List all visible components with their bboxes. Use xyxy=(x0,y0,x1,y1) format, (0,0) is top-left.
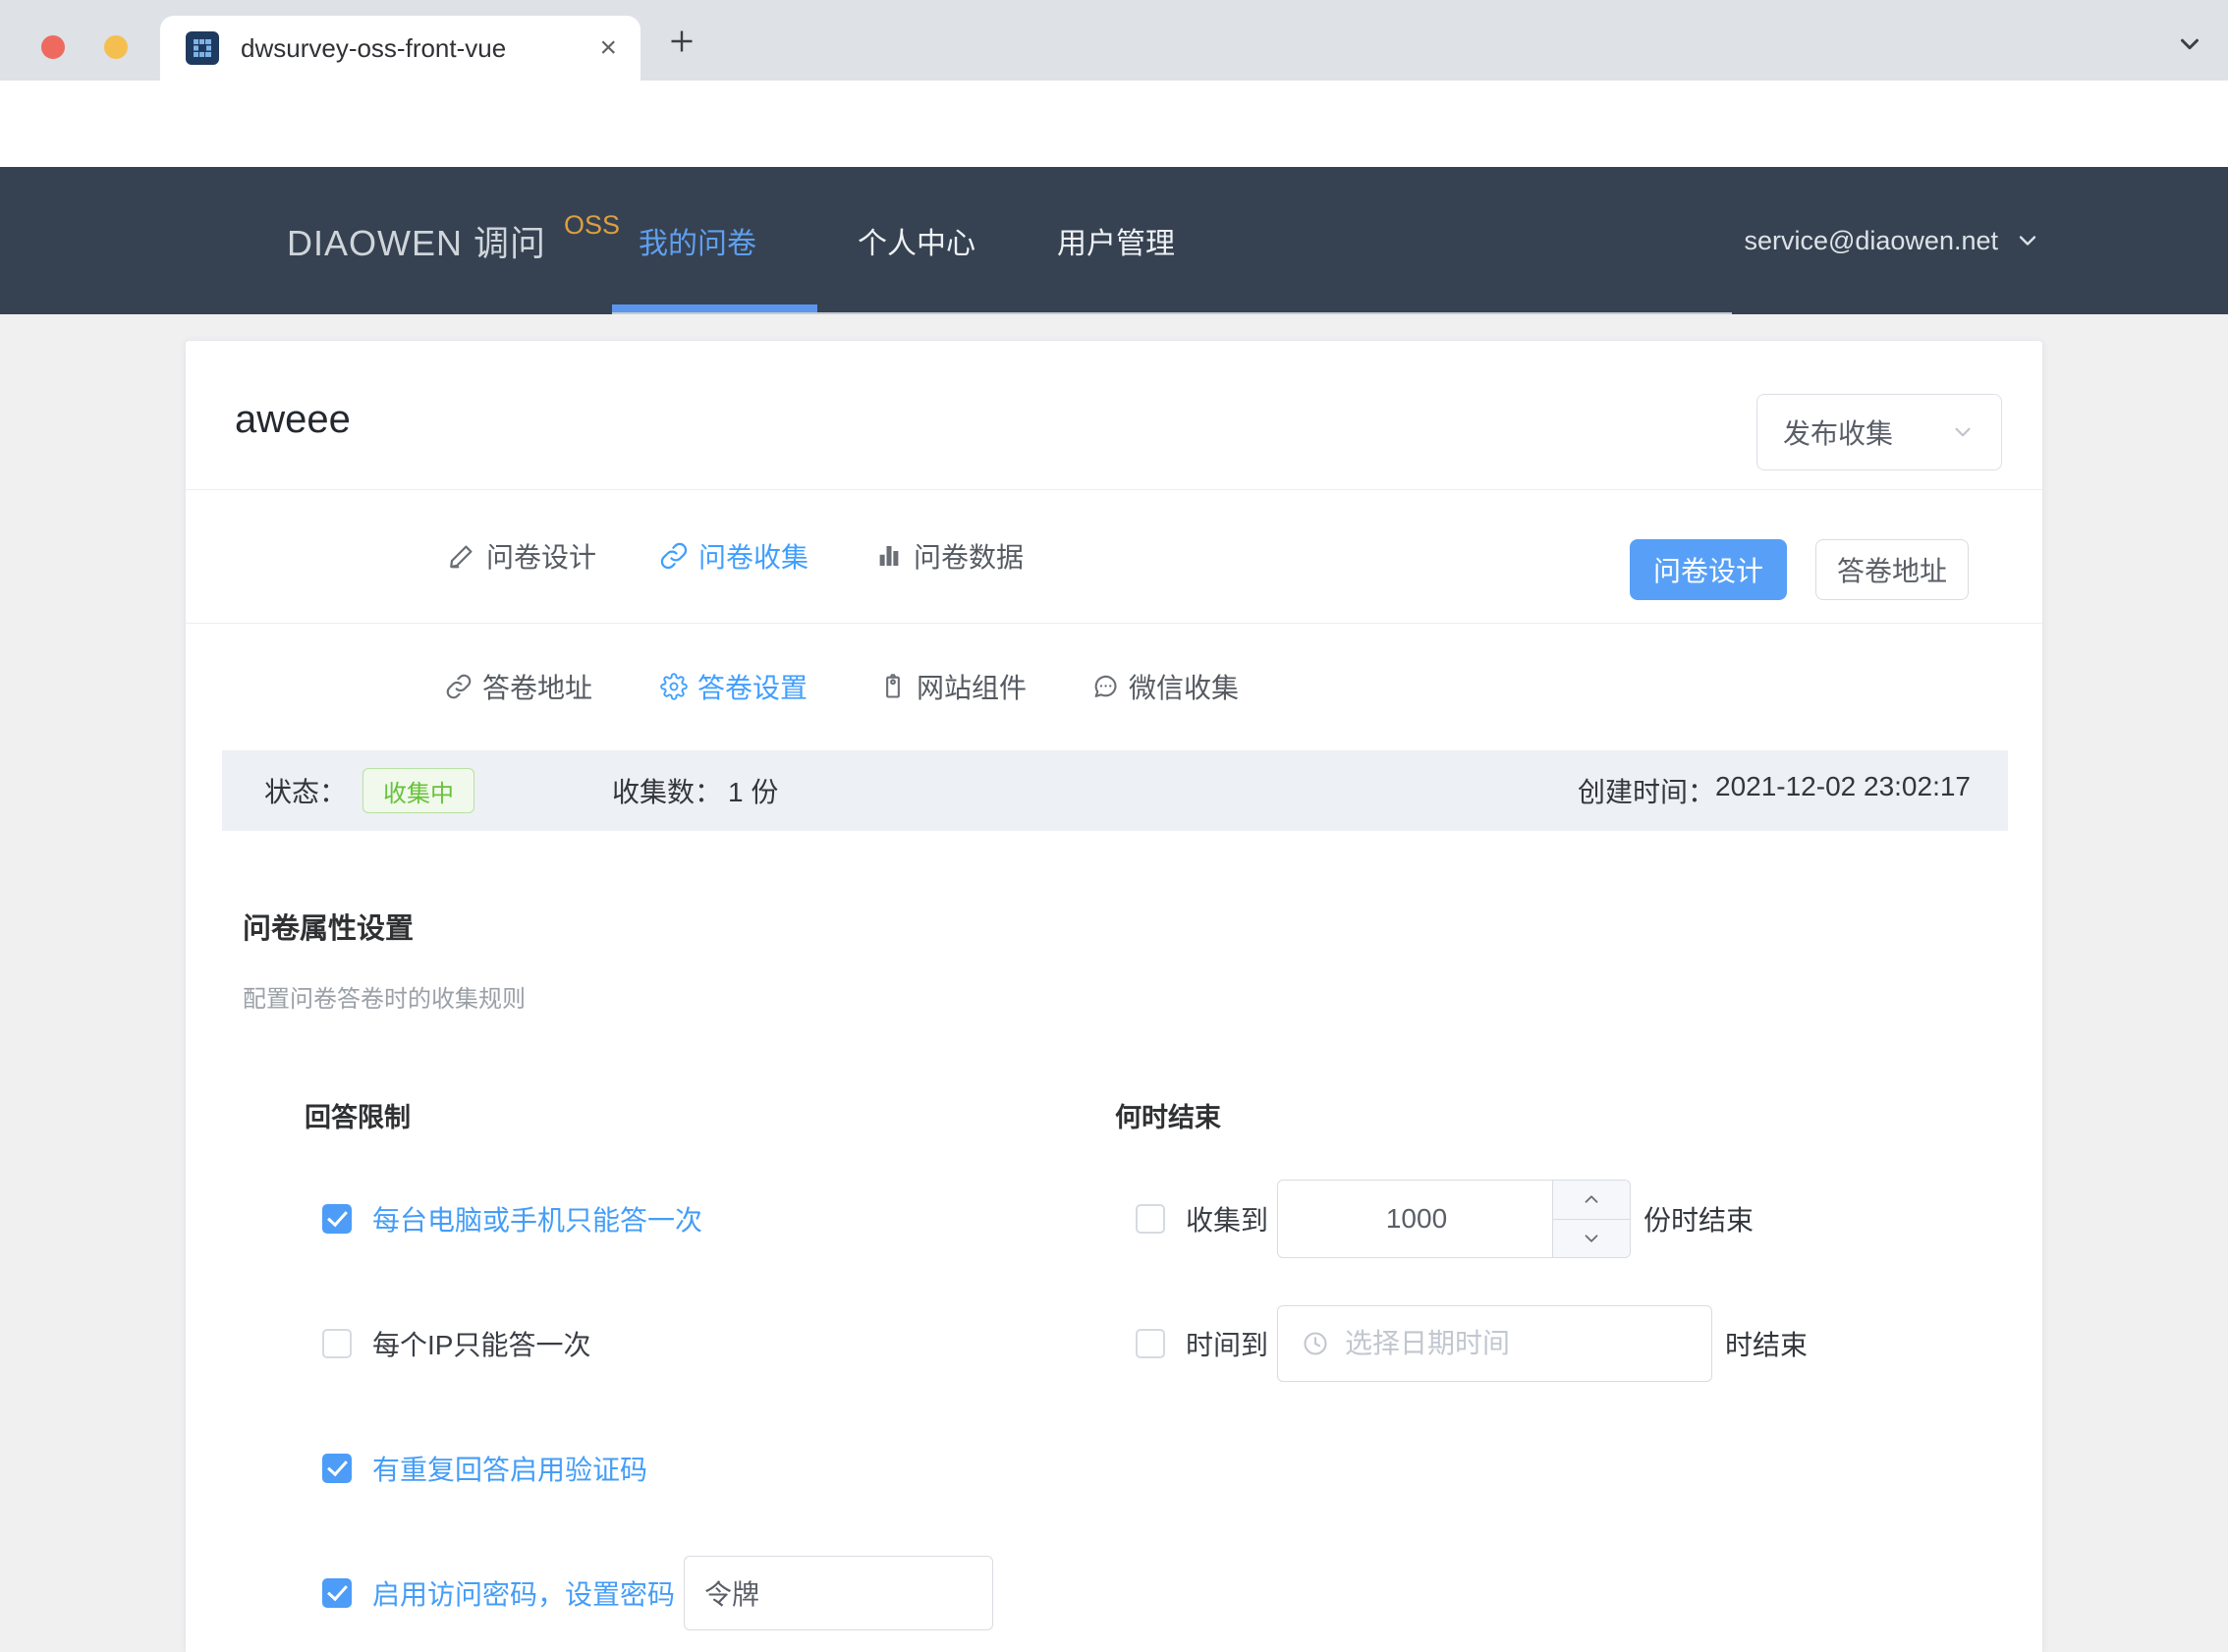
nav-item-user-management[interactable]: 用户管理 xyxy=(1057,167,1175,314)
publish-collect-label: 发布收集 xyxy=(1783,413,1893,452)
user-email: service@diaowen.net xyxy=(1744,226,1998,256)
answer-limit-heading: 回答限制 xyxy=(305,1096,411,1134)
end-rule-label[interactable]: 时间到 xyxy=(1186,1324,1268,1363)
section-subheading: 配置问卷答卷时的收集规则 xyxy=(243,979,526,1014)
tab-label: 问卷数据 xyxy=(914,536,1024,576)
datetime-picker[interactable] xyxy=(1277,1305,1712,1382)
brand-name: DIAOWEN 调问 xyxy=(287,215,546,266)
tab-answer-url[interactable]: 答卷地址 xyxy=(445,623,592,750)
tab-label: 网站组件 xyxy=(917,667,1027,706)
datetime-input[interactable] xyxy=(1343,1327,1711,1360)
traffic-light-minimize[interactable] xyxy=(104,35,128,59)
option-label[interactable]: 启用访问密码，设置密码 xyxy=(372,1573,675,1613)
option-row-captcha-on-repeat: 有重复回答启用验证码 xyxy=(322,1429,647,1508)
status-bar: 状态： 收集中 收集数： 1 份 创建时间： 2021-12-02 23:02:… xyxy=(222,750,2008,831)
publish-collect-dropdown[interactable]: 发布收集 xyxy=(1756,394,2002,470)
end-rule-label[interactable]: 收集到 xyxy=(1186,1199,1268,1239)
chat-bubble-icon xyxy=(1091,673,1119,700)
tag-icon xyxy=(879,673,907,700)
tab-survey-data[interactable]: 问卷数据 xyxy=(874,489,1024,623)
option-row-one-per-ip: 每个IP只能答一次 xyxy=(322,1304,590,1383)
created-time-value: 2021-12-02 23:02:17 xyxy=(1715,771,1971,810)
browser-tab-strip: dwsurvey-oss-front-vue × xyxy=(0,0,2228,81)
gear-icon xyxy=(660,673,688,700)
close-icon[interactable]: × xyxy=(599,33,617,63)
clock-icon xyxy=(1302,1330,1329,1357)
chevron-down-icon xyxy=(1581,1228,1602,1249)
chevron-down-icon xyxy=(1950,419,1976,445)
tab-site-widget[interactable]: 网站组件 xyxy=(879,623,1027,750)
status-badge: 收集中 xyxy=(362,768,474,813)
link-icon xyxy=(659,541,689,571)
tab-label: 问卷收集 xyxy=(698,536,808,576)
collect-count-input-wrap xyxy=(1277,1180,1631,1258)
browser-window: dwsurvey-oss-front-vue × localhost:8083/… xyxy=(0,0,2228,1652)
checkbox-captcha-on-repeat[interactable] xyxy=(322,1454,352,1483)
end-rule-suffix: 时结束 xyxy=(1725,1324,1808,1363)
spinner-down-button[interactable] xyxy=(1553,1220,1630,1258)
survey-title: aweee xyxy=(235,398,351,442)
checkbox-one-per-device[interactable] xyxy=(322,1204,352,1234)
bar-chart-icon xyxy=(874,541,904,571)
option-label[interactable]: 有重复回答启用验证码 xyxy=(372,1449,647,1488)
checkbox-end-by-count[interactable] xyxy=(1136,1204,1165,1234)
spinner-up-button[interactable] xyxy=(1553,1181,1630,1220)
tab-survey-collect[interactable]: 问卷收集 xyxy=(659,489,808,623)
tab-wechat-collect[interactable]: 微信收集 xyxy=(1091,623,1239,750)
chevron-down-icon[interactable] xyxy=(2175,29,2204,59)
tab-label: 问卷设计 xyxy=(486,536,596,576)
end-rule-row-collect-count: 收集到 份时结束 xyxy=(1136,1180,1754,1258)
new-tab-button[interactable] xyxy=(664,24,699,59)
tab-label: 答卷地址 xyxy=(482,667,592,706)
option-row-one-per-device: 每台电脑或手机只能答一次 xyxy=(322,1180,702,1258)
nav-item-profile[interactable]: 个人中心 xyxy=(858,167,975,314)
option-row-access-password: 启用访问密码，设置密码 xyxy=(322,1554,993,1632)
end-rule-suffix: 份时结束 xyxy=(1643,1199,1754,1239)
user-menu[interactable]: service@diaowen.net xyxy=(1744,167,2041,314)
end-rule-row-end-time: 时间到 时结束 xyxy=(1136,1304,1808,1383)
brand: DIAOWEN 调问 OSS xyxy=(287,167,620,314)
brand-badge: OSS xyxy=(564,210,620,241)
chevron-up-icon xyxy=(1581,1188,1602,1210)
created-time-label: 创建时间： xyxy=(1578,771,1715,810)
end-rules-heading: 何时结束 xyxy=(1115,1096,1221,1134)
section-heading: 问卷属性设置 xyxy=(243,906,414,947)
option-label[interactable]: 每台电脑或手机只能答一次 xyxy=(372,1199,702,1239)
survey-design-button[interactable]: 问卷设计 xyxy=(1630,539,1787,600)
survey-card: aweee 发布收集 问卷设计 问卷收集 问卷数据 问卷设计 答卷地址 xyxy=(185,340,2043,1652)
pencil-icon xyxy=(447,541,476,571)
status-label: 状态： xyxy=(264,771,347,810)
tab-label: 答卷设置 xyxy=(697,667,808,706)
nav-item-my-surveys[interactable]: 我的问卷 xyxy=(639,167,756,314)
checkbox-access-password[interactable] xyxy=(322,1578,352,1608)
checkbox-one-per-ip[interactable] xyxy=(322,1329,352,1358)
tab-answer-settings[interactable]: 答卷设置 xyxy=(660,623,808,750)
collect-count-value: 1 份 xyxy=(728,771,778,810)
tab-title: dwsurvey-oss-front-vue xyxy=(241,33,599,64)
link-icon xyxy=(445,673,473,700)
traffic-light-close[interactable] xyxy=(41,35,65,59)
answer-url-button[interactable]: 答卷地址 xyxy=(1815,539,1969,600)
favicon-icon xyxy=(186,31,219,65)
password-input[interactable] xyxy=(684,1556,993,1630)
app-header: DIAOWEN 调问 OSS 我的问卷 个人中心 用户管理 service@di… xyxy=(0,167,2228,314)
checkbox-end-by-time[interactable] xyxy=(1136,1329,1165,1358)
browser-toolbar: localhost:8083/#/dw/survey/c/attr/c98fa1… xyxy=(0,81,2228,167)
tab-survey-design[interactable]: 问卷设计 xyxy=(447,489,596,623)
number-spinner xyxy=(1552,1181,1630,1257)
chevron-down-icon xyxy=(2014,227,2041,254)
browser-tab[interactable]: dwsurvey-oss-front-vue × xyxy=(160,16,641,81)
collect-count-label: 收集数： xyxy=(612,771,722,810)
option-label[interactable]: 每个IP只能答一次 xyxy=(372,1324,590,1363)
page-background: aweee 发布收集 问卷设计 问卷收集 问卷数据 问卷设计 答卷地址 xyxy=(0,314,2228,1652)
tab-label: 微信收集 xyxy=(1129,667,1239,706)
